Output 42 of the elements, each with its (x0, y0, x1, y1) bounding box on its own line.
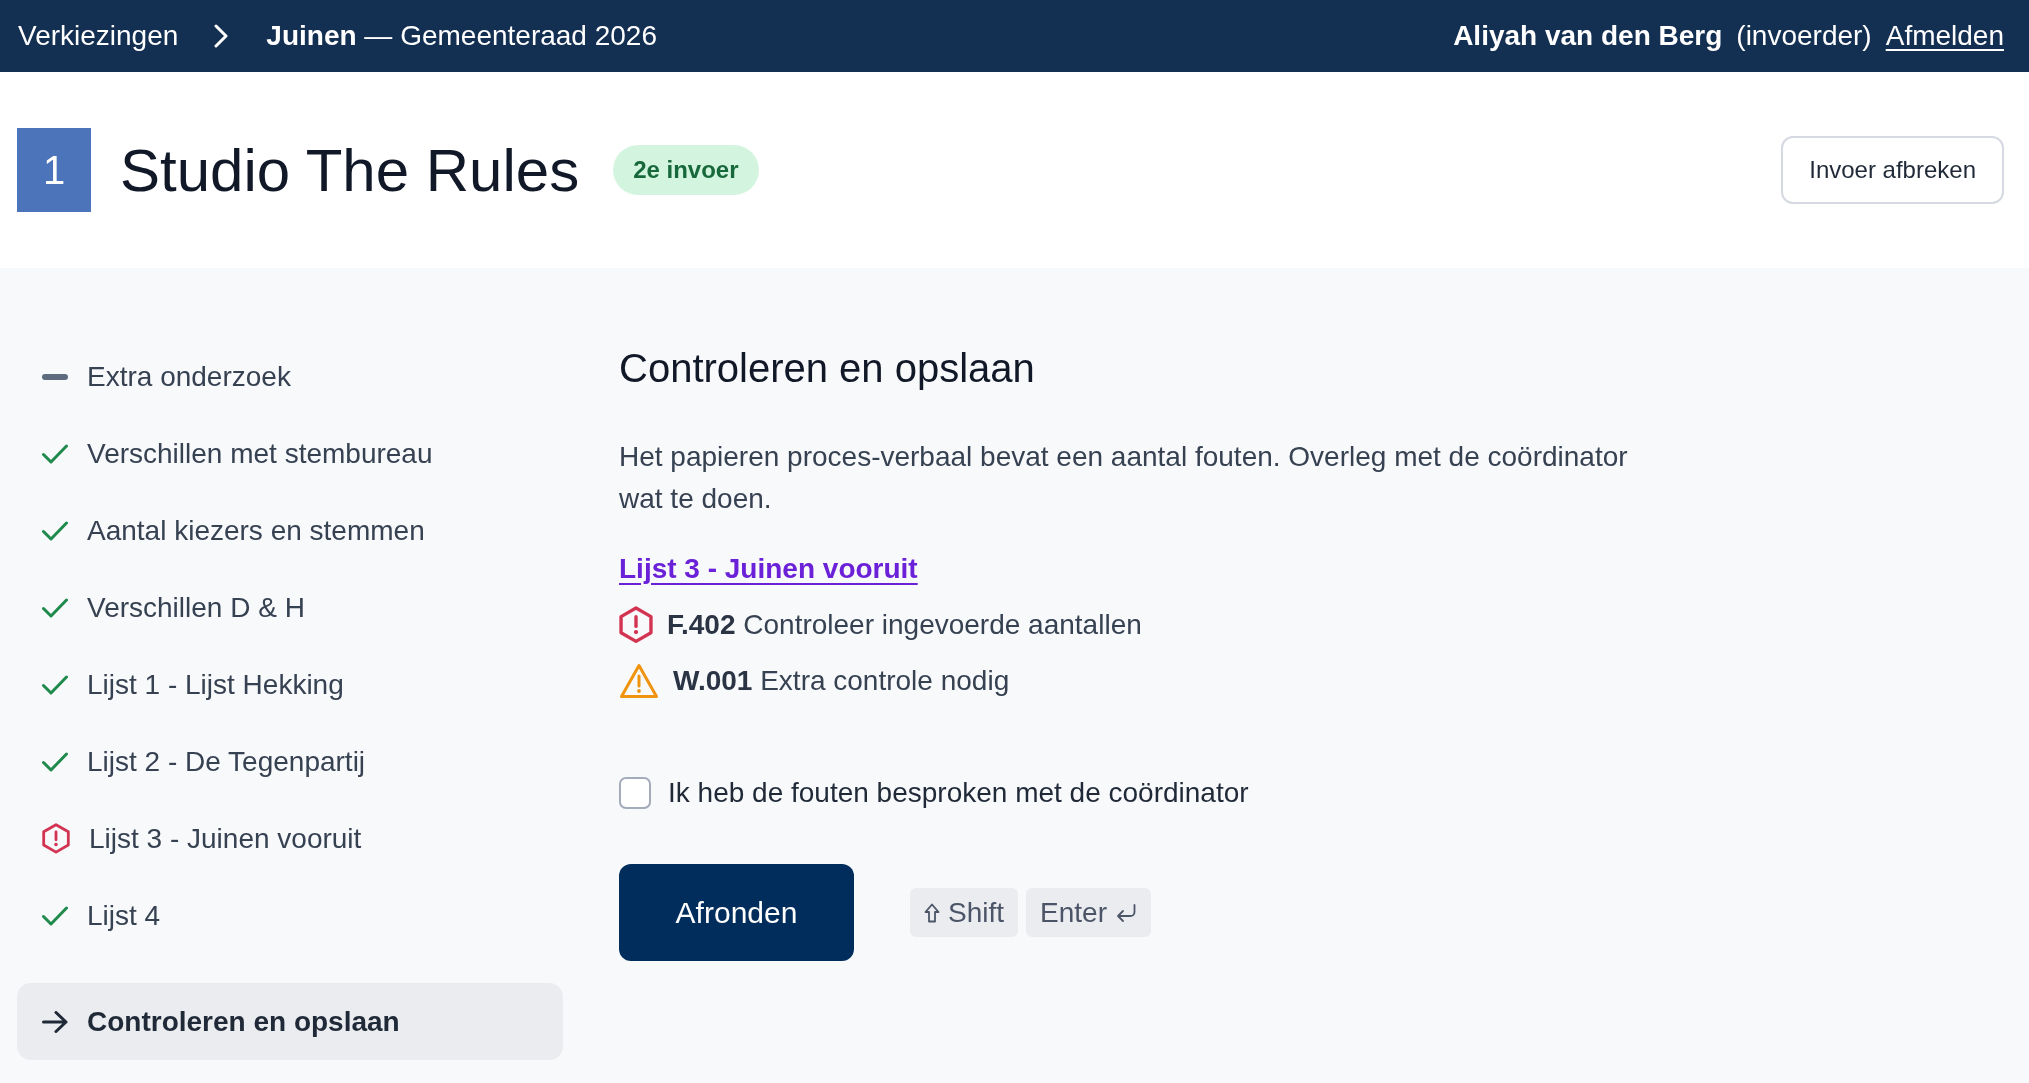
warning-message: W.001 Extra controle nodig (673, 665, 1010, 697)
abort-button[interactable]: Invoer afbreken (1781, 136, 2004, 204)
sidebar-item[interactable]: Lijst 2 - De Tegenpartij (17, 723, 563, 800)
minus-icon (42, 373, 68, 380)
sidebar-item[interactable]: Controleren en opslaan (17, 983, 563, 1060)
warning-triangle-icon (619, 663, 659, 699)
status-badge: 2e invoer (613, 145, 759, 195)
error-message: F.402 Controleer ingevoerde aantallen (667, 609, 1142, 641)
check-icon (42, 443, 68, 464)
page-title: Studio The Rules (120, 135, 580, 205)
number-tile: 1 (17, 128, 91, 212)
section-heading: Controleren en opslaan (619, 345, 1035, 392)
exclamation-hexagon-icon (619, 606, 653, 644)
user-name: Aliyah van den Berg (1453, 20, 1723, 52)
shift-arrow-icon (924, 902, 940, 923)
intro-text: Het papieren proces-verbaal bevat een aantal fouten. Overleg met de coördinator wat te doen. (619, 440, 1629, 516)
checkbox-label: Ik heb de fouten besproken met de coördinator (668, 777, 1249, 809)
section-link[interactable]: Lijst 3 - Juinen vooruit (619, 549, 918, 589)
sidebar-item[interactable]: Lijst 4 (17, 877, 563, 954)
exclamation-hexagon-icon (42, 823, 70, 854)
breadcrumb-link[interactable]: Verkiezingen (18, 20, 179, 52)
checkbox[interactable] (619, 777, 651, 809)
submit-button[interactable]: Afronden (619, 864, 854, 961)
check-icon (42, 597, 68, 618)
check-icon (42, 674, 68, 695)
sidebar-item[interactable]: Verschillen met stembureau (17, 415, 563, 492)
user-role: (invoerder) (1736, 20, 1872, 52)
key-label: Enter (1040, 896, 1107, 929)
sidebar-item[interactable]: Lijst 3 - Juinen vooruit (17, 800, 563, 877)
check-icon (42, 751, 68, 772)
chevron-right-icon (214, 24, 229, 48)
arrow-right-icon (42, 1010, 68, 1033)
sidebar-item[interactable]: Verschillen D & H (17, 569, 563, 646)
return-arrow-icon (1114, 902, 1137, 923)
key-label: Shift (948, 896, 1005, 929)
logout-link[interactable]: Afmelden (1885, 20, 2004, 52)
sidebar-item[interactable]: Extra onderzoek (17, 338, 563, 415)
sidebar-item[interactable]: Aantal kiezers en stemmen (17, 492, 563, 569)
check-icon (42, 905, 68, 926)
check-icon (42, 520, 68, 541)
sidebar-item[interactable]: Lijst 1 - Lijst Hekking (17, 646, 563, 723)
election-title: Juinen — Gemeenteraad 2026 (266, 20, 657, 52)
